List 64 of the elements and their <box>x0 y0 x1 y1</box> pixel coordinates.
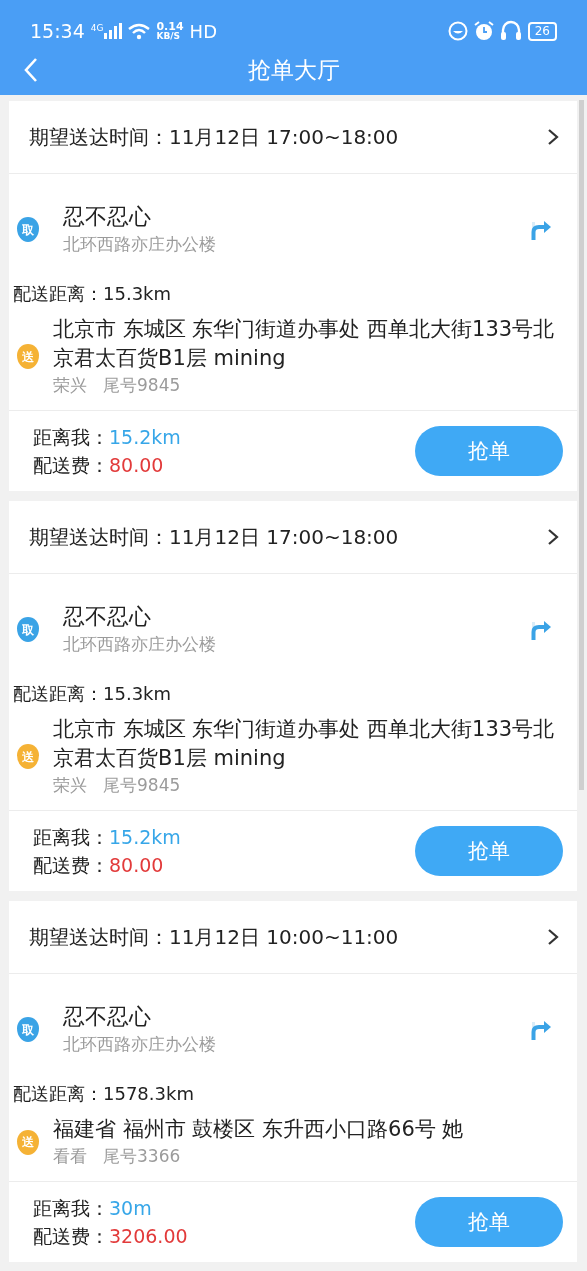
alarm-icon <box>473 21 494 41</box>
delivery-time-row[interactable]: 期望送达时间：11月12日 10:00~11:00 <box>9 901 577 974</box>
pickup-pin: 取 <box>17 617 39 642</box>
chevron-right-icon <box>547 928 559 946</box>
time-label: 期望送达时间： <box>29 523 169 551</box>
fee-value: 80.00 <box>109 854 164 876</box>
distance-value: 1578.3km <box>103 1083 194 1104</box>
delivery-pin: 送 <box>17 344 39 369</box>
signal-icon <box>104 23 123 39</box>
delivery-time-row[interactable]: 期望送达时间：11月12日 17:00~18:00 <box>9 501 577 574</box>
pickup-pin: 取 <box>17 217 39 242</box>
battery-icon: 26 <box>527 21 557 41</box>
shop-name: 忍不忍心 <box>63 1003 152 1031</box>
fee-value: 80.00 <box>109 454 164 476</box>
chevron-right-icon <box>547 128 559 146</box>
distance-label: 配送距离： <box>13 1083 103 1104</box>
time-label: 期望送达时间： <box>29 923 169 951</box>
time-value: 11月12日 17:00~18:00 <box>169 523 400 551</box>
shop-address: 北环西路亦庄办公楼 <box>63 1033 217 1056</box>
chevron-right-icon <box>547 528 559 546</box>
distance-value: 15.3km <box>103 283 172 304</box>
shop-name: 忍不忍心 <box>63 603 152 631</box>
distance-label: 配送距离： <box>13 683 103 704</box>
back-icon[interactable] <box>23 57 39 83</box>
time-value: 11月12日 17:00~18:00 <box>169 123 400 151</box>
status-time: 15:34 <box>30 20 85 42</box>
fee-label: 配送费： <box>33 454 109 476</box>
hd-label: HD <box>189 20 217 42</box>
distance-label: 配送距离： <box>13 283 103 304</box>
headphones-icon <box>499 20 522 42</box>
phone-tail: 尾号3366 <box>103 1145 181 1168</box>
fee-label: 配送费： <box>33 854 109 876</box>
distance-to-me-label: 距离我： <box>33 826 109 848</box>
shop-name: 忍不忍心 <box>63 203 152 231</box>
delivery-pin: 送 <box>17 1129 39 1155</box>
speed-value: 0.14 <box>156 21 184 32</box>
delivery-address: 北京市 东城区 东华门街道办事处 西单北大街133号北京君太百货B1层 mining <box>53 716 556 772</box>
receiver-name: 看看 <box>53 1145 87 1168</box>
fee-label: 配送费： <box>33 1225 109 1247</box>
delivery-address: 北京市 东城区 东华门街道办事处 西单北大街133号北京君太百货B1层 mining <box>53 316 556 372</box>
shop-address: 北环西路亦庄办公楼 <box>63 233 217 256</box>
delivery-pin: 送 <box>17 744 39 769</box>
wifi-icon <box>128 22 151 40</box>
distance-to-me-value: 15.2km <box>109 826 181 848</box>
fee-value: 3206.00 <box>109 1225 188 1247</box>
network-type: 4G <box>90 23 104 33</box>
page-title: 抢单大厅 <box>247 55 340 85</box>
shop-address: 北环西路亦庄办公楼 <box>63 633 217 656</box>
delivery-time-row[interactable]: 期望送达时间：11月12日 17:00~18:00 <box>9 101 577 174</box>
time-label: 期望送达时间： <box>29 123 169 151</box>
distance-to-me-label: 距离我： <box>33 1197 109 1219</box>
receiver-name: 荣兴 <box>53 774 87 797</box>
distance-to-me-value: 15.2km <box>109 426 181 448</box>
distance-to-me-value: 30m <box>109 1197 152 1219</box>
receiver-name: 荣兴 <box>53 374 87 397</box>
time-value: 11月12日 10:00~11:00 <box>169 923 400 951</box>
pickup-pin: 取 <box>17 1017 39 1042</box>
eye-icon <box>447 21 468 41</box>
speed-unit: KB/S <box>156 32 182 41</box>
phone-tail: 尾号9845 <box>103 374 181 397</box>
distance-to-me-label: 距离我： <box>33 426 109 448</box>
distance-value: 15.3km <box>103 683 172 704</box>
phone-tail: 尾号9845 <box>103 774 181 797</box>
delivery-address: 福建省 福州市 鼓楼区 东升西小口路66号 她 <box>53 1116 465 1143</box>
